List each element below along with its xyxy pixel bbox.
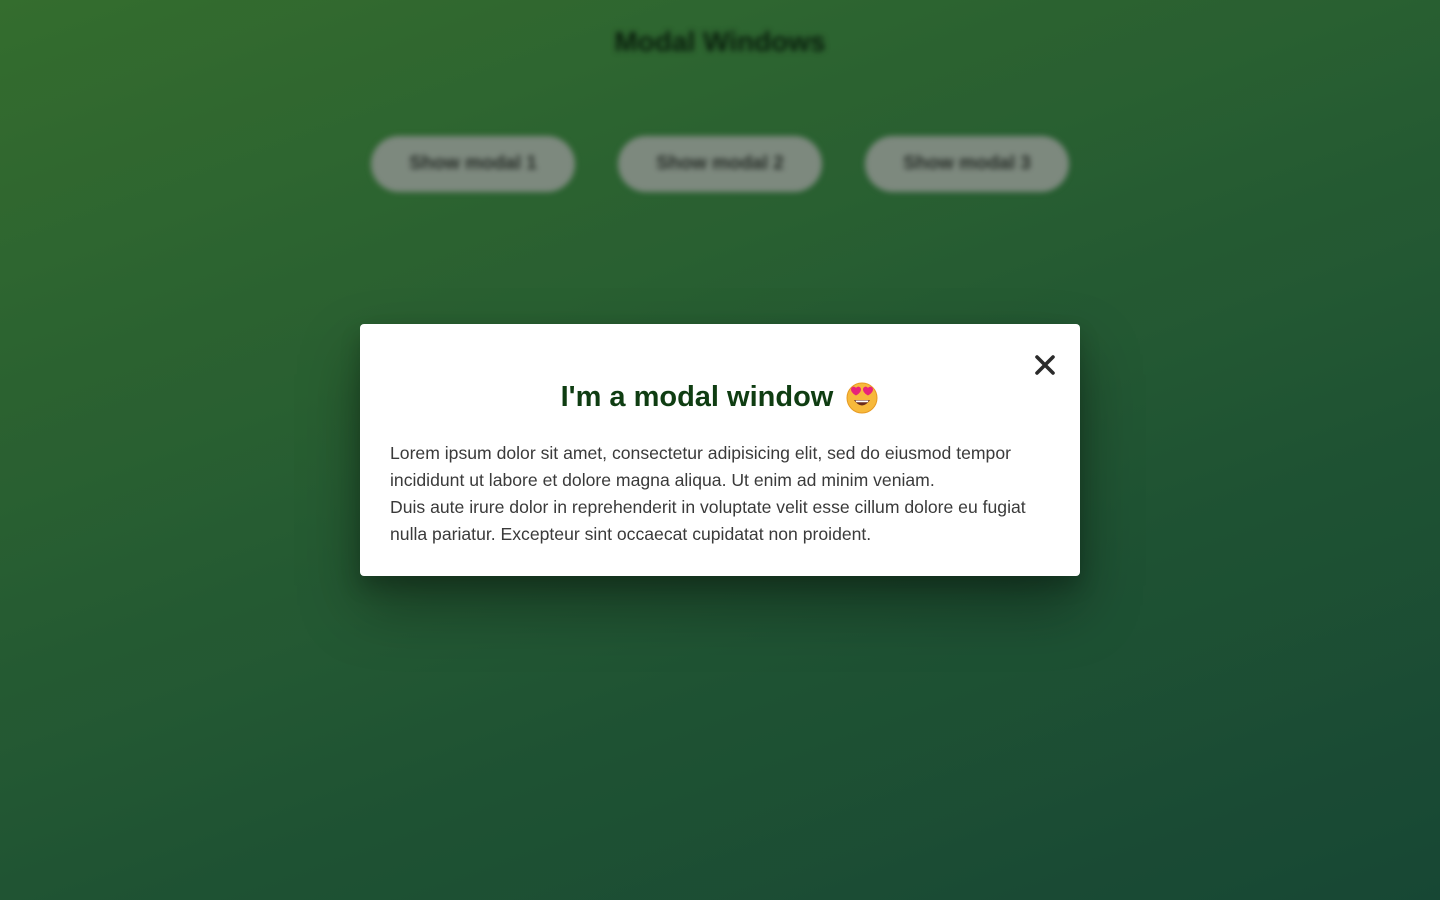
close-modal-button[interactable] (1028, 348, 1062, 382)
smiling-face-with-heart-eyes-icon (845, 380, 879, 414)
modal-body: Lorem ipsum dolor sit amet, consectetur … (390, 440, 1050, 548)
modal-window: I'm a modal window Lorem ipsum dolor sit… (360, 324, 1080, 576)
close-icon (1035, 355, 1055, 375)
modal-paragraph-1: Lorem ipsum dolor sit amet, consectetur … (390, 443, 1011, 490)
modal-title-row: I'm a modal window (390, 378, 1050, 416)
modal-paragraph-2: Duis aute irure dolor in reprehenderit i… (390, 497, 1026, 544)
modal-title: I'm a modal window (560, 381, 834, 413)
